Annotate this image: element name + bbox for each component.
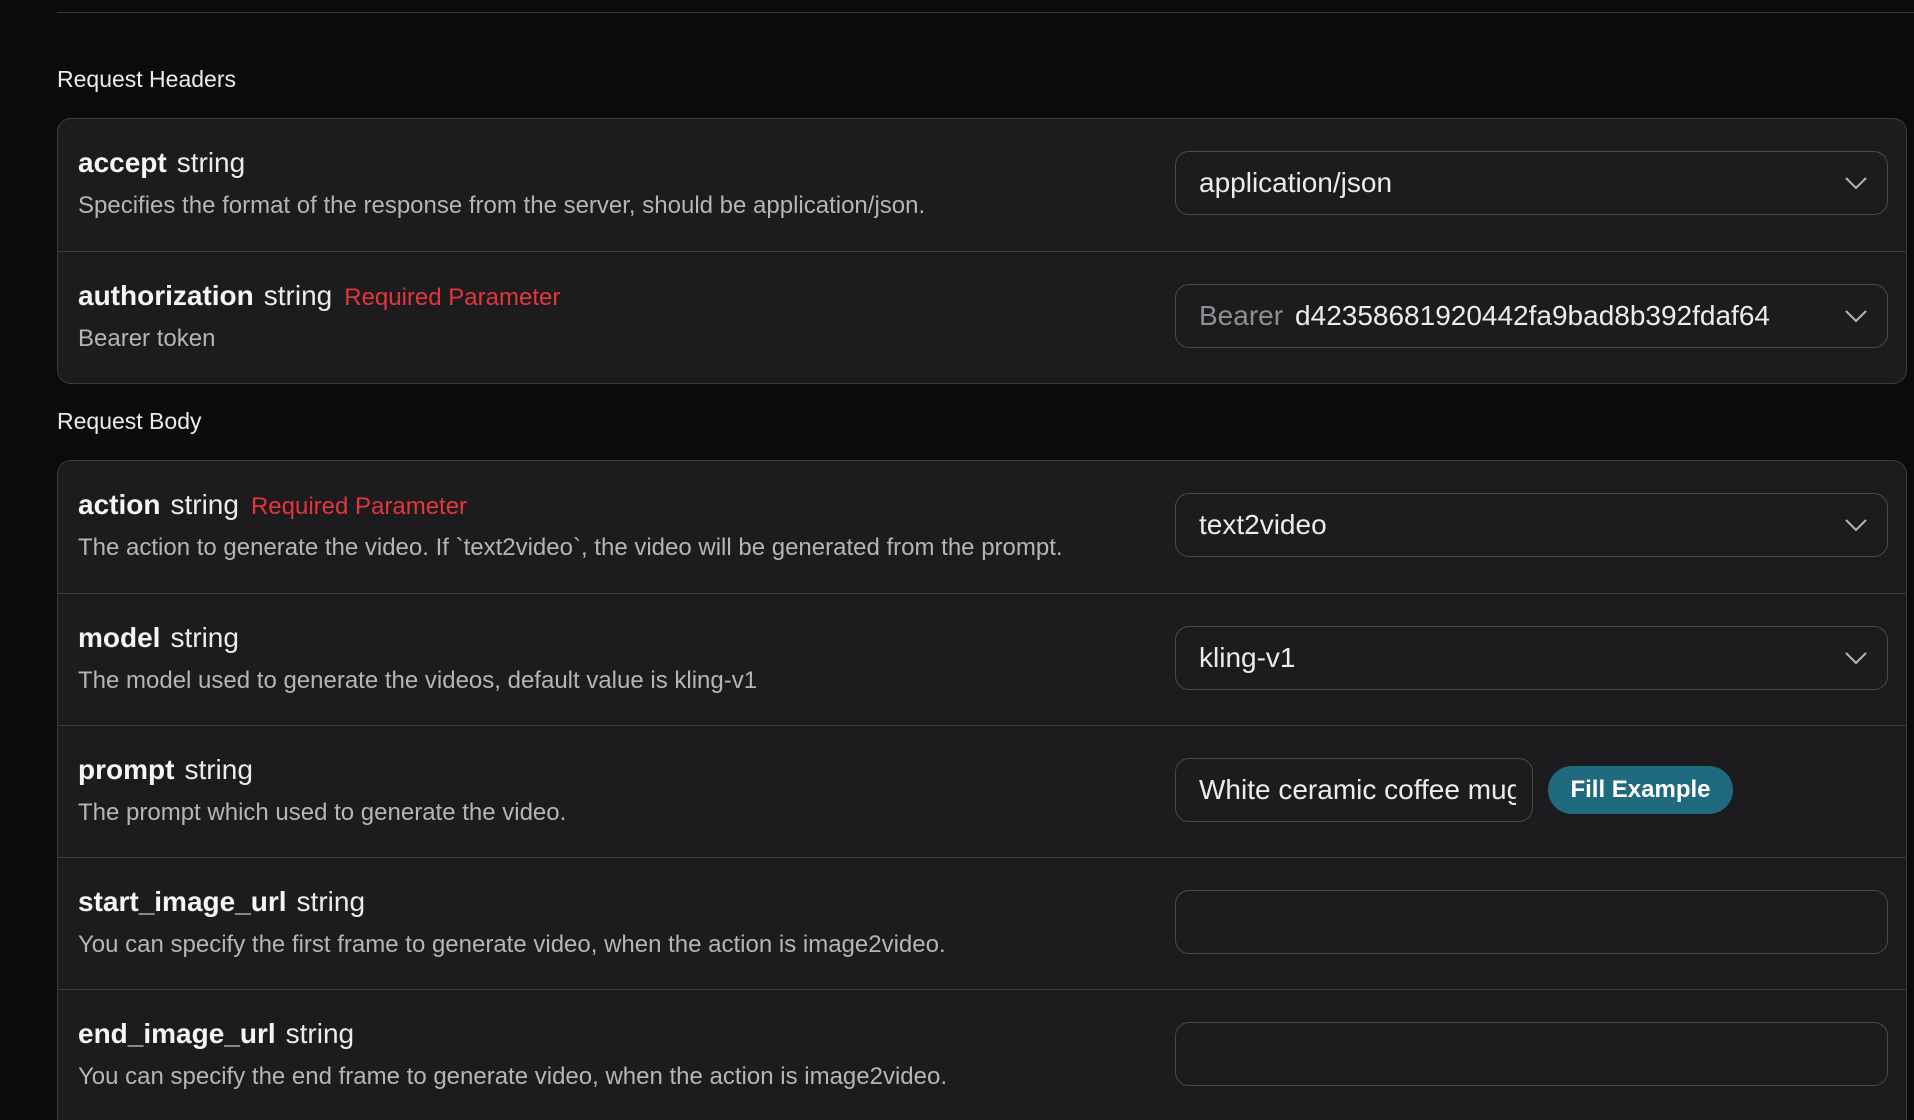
chevron-down-icon <box>1845 310 1867 322</box>
select-value: d42358681920442fa9bad8b392fdaf64 <box>1295 300 1770 331</box>
required-badge: Required Parameter <box>344 284 561 311</box>
param-name: start_image_url <box>78 886 287 917</box>
param-description: The action to generate the video. If `te… <box>78 534 1063 561</box>
param-header: accept string <box>78 149 245 177</box>
chevron-down-icon <box>1845 519 1867 531</box>
param-description: Bearer token <box>78 325 216 352</box>
param-row-authorization: authorization string Required Parameter Be… <box>58 251 1906 383</box>
accept-select[interactable]: application/json <box>1175 151 1888 215</box>
prompt-input[interactable]: White ceramic coffee mug on glossy marbl… <box>1175 758 1533 822</box>
top-divider <box>57 12 1914 13</box>
param-type: string <box>263 280 333 311</box>
param-name: prompt <box>78 754 175 785</box>
chevron-down-icon <box>1845 652 1867 664</box>
param-header: prompt string <box>78 756 253 784</box>
param-row-end-image-url: end_image_url string You can specify the … <box>58 989 1906 1120</box>
param-header: model string <box>78 624 239 652</box>
start-image-url-input[interactable] <box>1175 890 1888 954</box>
param-description: Specifies the format of the response fro… <box>78 192 926 219</box>
param-row-prompt: prompt string The prompt which used to ge… <box>58 725 1906 857</box>
request-headers-panel: accept string Specifies the format of the… <box>57 118 1907 384</box>
select-value: text2video <box>1199 509 1327 540</box>
model-select[interactable]: kling-v1 <box>1175 626 1888 690</box>
authorization-select[interactable]: Bearer d42358681920442fa9bad8b392fdaf64 <box>1175 284 1888 348</box>
param-header: action string Required Parameter <box>78 491 467 519</box>
param-header: authorization string Required Parameter <box>78 282 560 310</box>
param-description: You can specify the end frame to generat… <box>78 1063 948 1090</box>
param-name: end_image_url <box>78 1018 276 1049</box>
param-row-start-image-url: start_image_url string You can specify th… <box>58 857 1906 989</box>
select-value: kling-v1 <box>1199 642 1296 673</box>
chevron-down-icon <box>1845 177 1867 189</box>
param-description: The prompt which used to generate the vi… <box>78 799 567 826</box>
param-name: accept <box>78 147 167 178</box>
select-value: application/json <box>1199 167 1393 198</box>
action-select[interactable]: text2video <box>1175 493 1888 557</box>
param-type: string <box>170 622 239 653</box>
param-name: authorization <box>78 280 254 311</box>
required-badge: Required Parameter <box>250 493 468 520</box>
param-row-accept: accept string Specifies the format of the… <box>58 119 1906 251</box>
request-headers-title: Request Headers <box>57 66 236 92</box>
param-name: model <box>78 622 161 653</box>
fill-example-button[interactable]: Fill Example <box>1548 766 1733 814</box>
param-type: string <box>285 1018 355 1049</box>
param-type: string <box>176 147 246 178</box>
request-body-title: Request Body <box>57 408 202 434</box>
param-description: The model used to generate the videos, d… <box>78 667 758 694</box>
input-value: White ceramic coffee mug on glossy marbl… <box>1199 774 1516 805</box>
token-prefix: Bearer <box>1199 300 1284 331</box>
param-header: end_image_url string <box>78 1020 354 1048</box>
param-type: string <box>170 489 239 520</box>
param-name: action <box>78 489 161 520</box>
end-image-url-input[interactable] <box>1175 1022 1888 1086</box>
param-row-model: model string The model used to generate t… <box>58 593 1906 725</box>
param-description: You can specify the first frame to gener… <box>78 931 946 958</box>
param-row-action: action string Required Parameter The actio… <box>58 461 1906 593</box>
param-header: start_image_url string <box>78 888 365 916</box>
param-type: string <box>184 754 253 785</box>
param-type: string <box>296 886 366 917</box>
request-body-panel: action string Required Parameter The actio… <box>57 460 1907 1120</box>
